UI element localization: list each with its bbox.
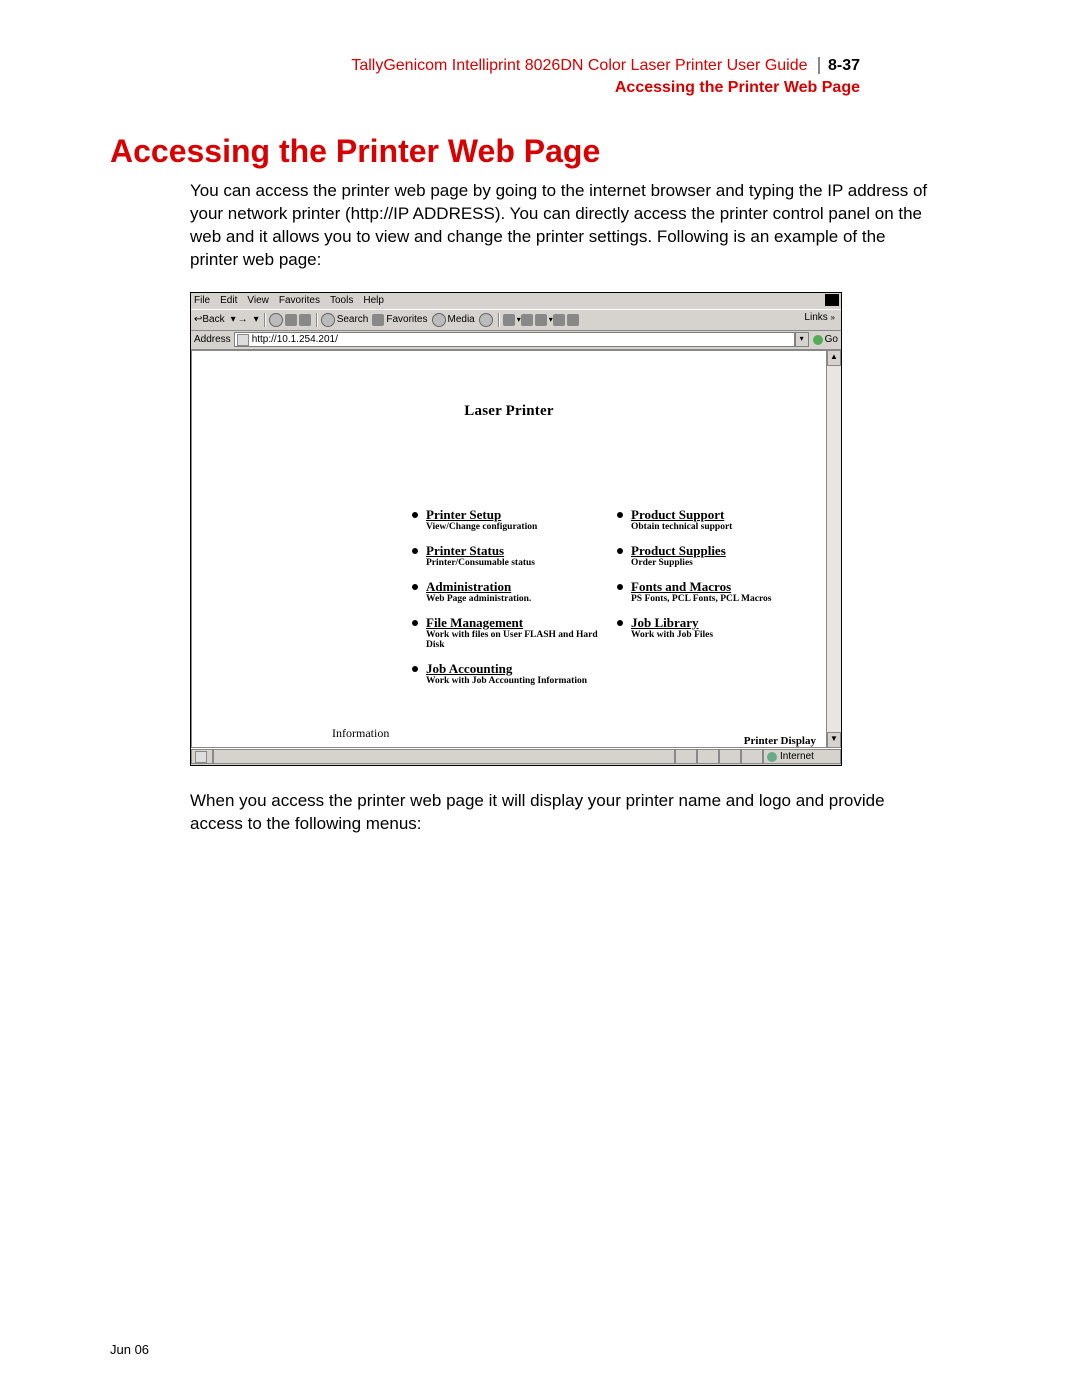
address-dropdown[interactable]: ▾: [795, 332, 809, 347]
media-button[interactable]: Media: [432, 313, 475, 327]
address-field[interactable]: http://10.1.254.201/: [234, 332, 795, 347]
page-icon: [237, 334, 249, 346]
link-fonts-macros[interactable]: Fonts and Macros PS Fonts, PCL Fonts, PC…: [617, 580, 792, 604]
favorites-button[interactable]: Favorites: [372, 314, 427, 326]
edit-icon[interactable]: [535, 314, 547, 326]
address-bar: Address http://10.1.254.201/ ▾ Go: [191, 331, 841, 350]
guide-title: TallyGenicom Intelliprint 8026DN Color L…: [351, 57, 807, 74]
address-value: http://10.1.254.201/: [252, 334, 338, 345]
link-file-management[interactable]: File Management Work with files on User …: [412, 616, 617, 650]
page-header: TallyGenicom Intelliprint 8026DN Color L…: [110, 55, 860, 98]
intro-paragraph: You can access the printer web page by g…: [190, 180, 935, 272]
link-printer-status[interactable]: Printer Status Printer/Consumable status: [412, 544, 617, 568]
menu-help[interactable]: Help: [363, 295, 384, 306]
history-icon[interactable]: [479, 313, 493, 327]
browser-screenshot: File Edit View Favorites Tools Help ↩ Ba…: [190, 292, 842, 766]
links-column-left: Printer Setup View/Change configuration …: [412, 508, 617, 698]
internet-icon: [767, 752, 777, 762]
print-icon[interactable]: [521, 314, 533, 326]
header-section: Accessing the Printer Web Page: [110, 77, 860, 99]
status-bar: Internet: [191, 748, 841, 765]
links-label[interactable]: Links »: [800, 311, 839, 324]
link-product-support[interactable]: Product Support Obtain technical support: [617, 508, 792, 532]
scroll-down-icon[interactable]: ▼: [827, 732, 841, 748]
status-cell: [675, 749, 697, 764]
printer-display-label: Printer Display: [744, 735, 816, 747]
information-label: Information: [332, 726, 389, 741]
page-content: Laser Printer Printer Setup View/Change …: [191, 350, 826, 748]
search-button[interactable]: Search: [321, 313, 369, 327]
stop-icon[interactable]: [269, 313, 283, 327]
link-job-accounting[interactable]: Job Accounting Work with Job Accounting …: [412, 662, 617, 686]
menu-edit[interactable]: Edit: [220, 295, 237, 306]
messenger-icon[interactable]: [567, 314, 579, 326]
link-product-supplies[interactable]: Product Supplies Order Supplies: [617, 544, 792, 568]
ie-logo-icon: [825, 294, 839, 306]
status-page-icon: [191, 749, 213, 764]
footer-date: Jun 06: [110, 1342, 149, 1357]
status-zone: Internet: [763, 749, 841, 764]
links-column-right: Product Support Obtain technical support…: [617, 508, 792, 698]
outro-paragraph: When you access the printer web page it …: [190, 790, 935, 836]
scroll-up-icon[interactable]: ▲: [827, 350, 841, 366]
mail-icon[interactable]: [503, 314, 515, 326]
link-printer-setup[interactable]: Printer Setup View/Change configuration: [412, 508, 617, 532]
menu-tools[interactable]: Tools: [330, 295, 353, 306]
menu-view[interactable]: View: [247, 295, 269, 306]
scrollbar[interactable]: ▲ ▼: [826, 350, 841, 748]
section-title: Accessing the Printer Web Page: [110, 133, 960, 170]
page-number: 8-37: [818, 57, 860, 74]
menu-favorites[interactable]: Favorites: [279, 295, 320, 306]
go-button[interactable]: Go: [813, 334, 838, 345]
status-cell: [697, 749, 719, 764]
discuss-icon[interactable]: [553, 314, 565, 326]
status-cell: [719, 749, 741, 764]
menubar: File Edit View Favorites Tools Help: [191, 293, 841, 309]
link-job-library[interactable]: Job Library Work with Job Files: [617, 616, 792, 640]
status-cell: [741, 749, 763, 764]
address-label: Address: [194, 334, 231, 345]
printer-page-title: Laser Printer: [192, 403, 826, 420]
back-button[interactable]: ↩ Back: [194, 314, 225, 325]
link-administration[interactable]: Administration Web Page administration.: [412, 580, 617, 604]
status-text: [213, 749, 675, 764]
refresh-icon[interactable]: [285, 314, 297, 326]
menu-file[interactable]: File: [194, 295, 210, 306]
toolbar: ↩ Back ▾ → ▾ Search Favorites Media ▾ ▾: [191, 309, 841, 331]
forward-button[interactable]: →: [238, 314, 248, 325]
home-icon[interactable]: [299, 314, 311, 326]
